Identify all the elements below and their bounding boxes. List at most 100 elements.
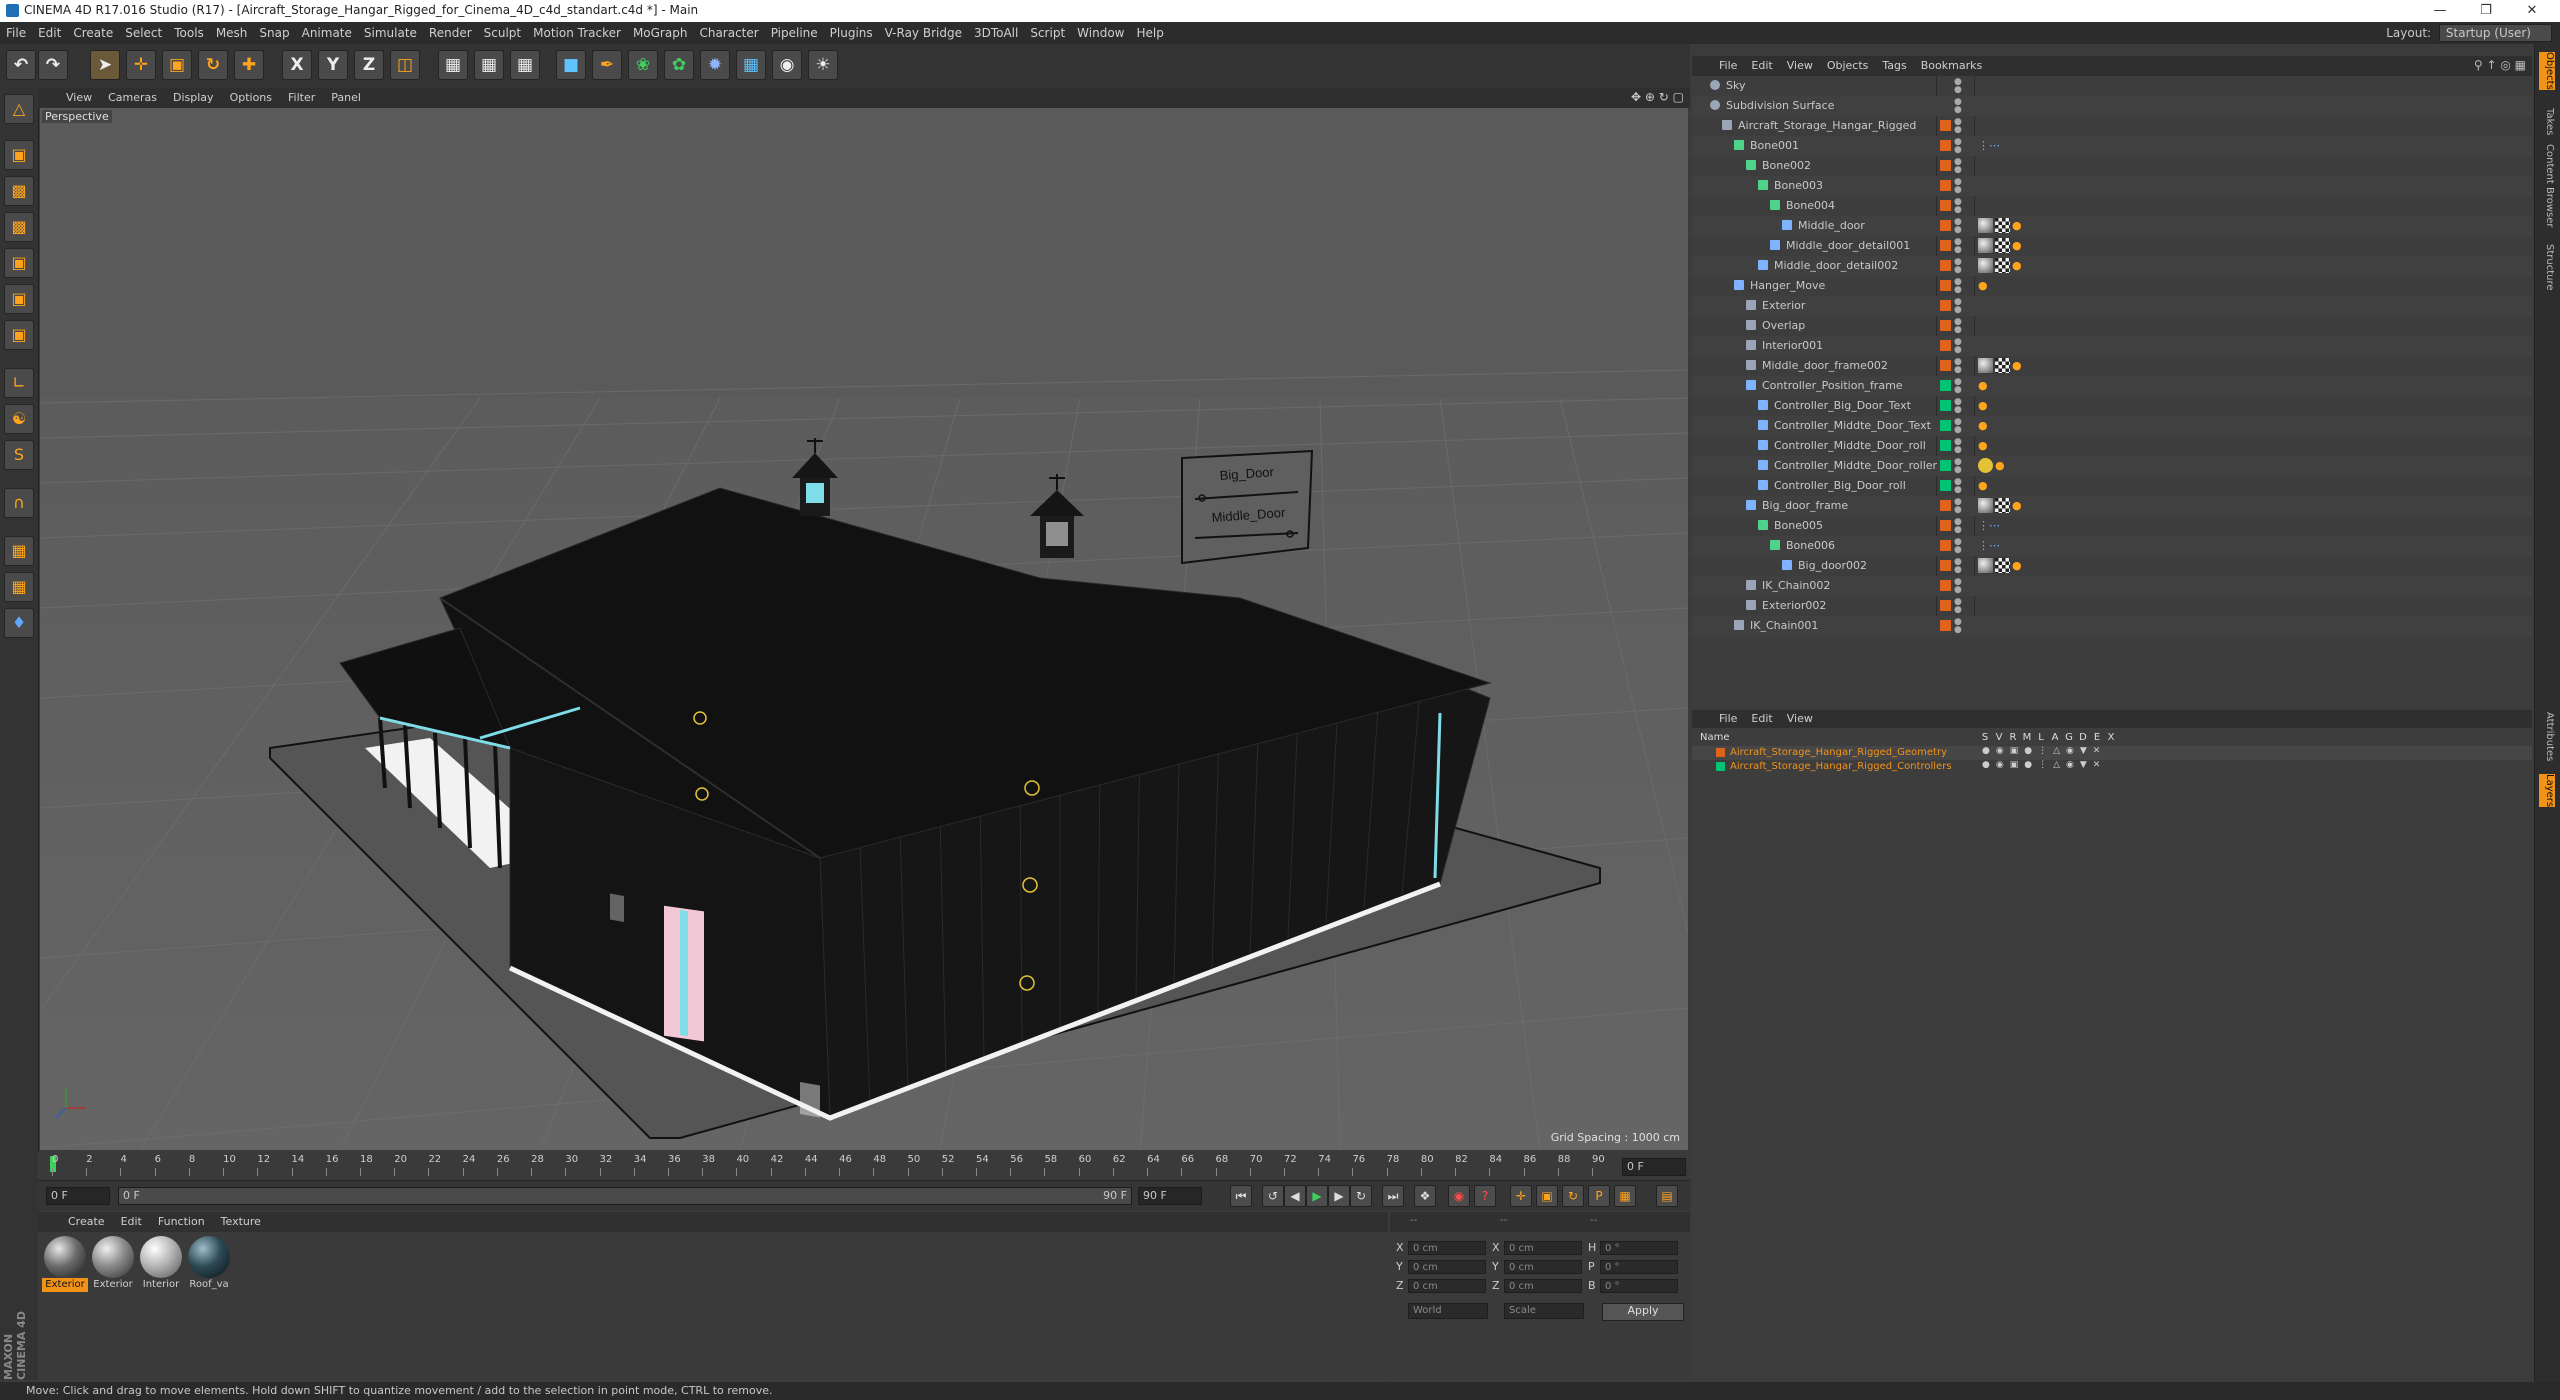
- object-name[interactable]: IK_Chain001: [1750, 619, 1818, 632]
- object-tags[interactable]: ⋮⋯: [1978, 138, 2000, 153]
- object-name[interactable]: Interior001: [1762, 339, 1823, 352]
- material-swatch[interactable]: Roof_va: [186, 1236, 232, 1292]
- undo-icon[interactable]: ↶: [6, 50, 36, 80]
- menu-character[interactable]: Character: [693, 22, 764, 44]
- object-tags[interactable]: ⋮⋯: [1978, 538, 2000, 553]
- layer-tag-swatch[interactable]: [1940, 180, 1951, 191]
- visibility-dots[interactable]: ● ●: [1954, 118, 1962, 135]
- layer-tag-swatch[interactable]: [1940, 460, 1951, 471]
- menu-mograph[interactable]: MoGraph: [627, 22, 694, 44]
- play-icon[interactable]: ▶: [1306, 1185, 1328, 1207]
- tab-objects[interactable]: Objects: [2539, 52, 2555, 90]
- material-tag-icon[interactable]: ●: [2012, 258, 2027, 273]
- expression-tag-icon[interactable]: ●: [1978, 418, 1993, 433]
- visibility-dots[interactable]: ● ●: [1954, 258, 1962, 275]
- position-x-field[interactable]: 0 cm: [1408, 1241, 1486, 1255]
- visibility-dots[interactable]: ● ●: [1954, 98, 1962, 115]
- expression-tag-icon[interactable]: ●: [1978, 378, 1993, 393]
- objects-menu-tags[interactable]: Tags: [1875, 56, 1913, 76]
- layer-color-swatch[interactable]: [1716, 748, 1725, 757]
- rotation-h-field[interactable]: 0 °: [1600, 1241, 1678, 1255]
- object-tags[interactable]: ●: [1978, 278, 1995, 293]
- viewport-menu-view[interactable]: View: [58, 88, 100, 108]
- expression-tag-icon[interactable]: ●: [1978, 398, 1993, 413]
- key-param-icon[interactable]: P: [1588, 1185, 1610, 1207]
- visibility-dots[interactable]: ● ●: [1954, 218, 1962, 235]
- size-y-field[interactable]: 0 cm: [1504, 1260, 1582, 1274]
- menu-snap[interactable]: Snap: [253, 22, 295, 44]
- magnet-icon[interactable]: ∩: [4, 488, 34, 518]
- visibility-dots[interactable]: ● ●: [1954, 498, 1962, 515]
- layer-tag-swatch[interactable]: [1940, 260, 1951, 271]
- layers-menu-view[interactable]: View: [1780, 710, 1820, 728]
- object-tags[interactable]: ●: [1978, 418, 1995, 433]
- object-row[interactable]: Big_door002 ● ● ●: [1692, 556, 2532, 576]
- layer-column-header[interactable]: A: [2048, 732, 2062, 743]
- size-x-field[interactable]: 0 cm: [1504, 1241, 1582, 1255]
- object-row[interactable]: Bone005 ● ● ⋮⋯: [1692, 516, 2532, 536]
- layer-name[interactable]: Aircraft_Storage_Hangar_Rigged_Geometry: [1730, 747, 1947, 758]
- uvw-tag-icon[interactable]: [1995, 218, 2010, 233]
- redo-icon[interactable]: ↷: [38, 50, 68, 80]
- phong-tag-icon[interactable]: [1978, 498, 1993, 513]
- object-row[interactable]: Aircraft_Storage_Hangar_Rigged ● ●: [1692, 116, 2532, 136]
- current-frame-field[interactable]: 0 F: [1622, 1158, 1686, 1176]
- material-menu-edit[interactable]: Edit: [113, 1212, 150, 1232]
- points-mode-icon[interactable]: ▣: [4, 248, 34, 278]
- layer-column-header[interactable]: V: [1992, 732, 2006, 743]
- object-tags[interactable]: ●: [1978, 398, 1995, 413]
- object-tags[interactable]: ●: [1978, 238, 2029, 253]
- menu-3dtoall[interactable]: 3DToAll: [968, 22, 1024, 44]
- object-tags[interactable]: ⋮⋯: [1978, 518, 2000, 533]
- menu-motion-tracker[interactable]: Motion Tracker: [527, 22, 627, 44]
- key-scale-icon[interactable]: ▣: [1536, 1185, 1558, 1207]
- menu-sculpt[interactable]: Sculpt: [478, 22, 527, 44]
- prev-frame-icon[interactable]: ◀: [1284, 1185, 1306, 1207]
- material-menu-create[interactable]: Create: [60, 1212, 113, 1232]
- object-row[interactable]: Bone003 ● ●: [1692, 176, 2532, 196]
- layer-row[interactable]: Aircraft_Storage_Hangar_Rigged_Geometry …: [1692, 746, 2532, 760]
- visibility-dots[interactable]: ● ●: [1954, 558, 1962, 575]
- layer-tag-swatch[interactable]: [1940, 620, 1951, 631]
- uvw-tag-icon[interactable]: [1995, 238, 2010, 253]
- object-row[interactable]: Subdivision Surface ● ●: [1692, 96, 2532, 116]
- render-view-icon[interactable]: ▦: [438, 50, 468, 80]
- object-row[interactable]: IK_Chain002 ● ●: [1692, 576, 2532, 596]
- visibility-dots[interactable]: ● ●: [1954, 78, 1962, 95]
- ik-tag-icon[interactable]: ⋮⋯: [1978, 518, 2000, 533]
- object-row[interactable]: Controller_Middte_Door_roll ● ● ●: [1692, 436, 2532, 456]
- auto-key-icon[interactable]: ?: [1474, 1185, 1496, 1207]
- visibility-dots[interactable]: ● ●: [1954, 518, 1962, 535]
- menu-file[interactable]: File: [0, 22, 32, 44]
- object-row[interactable]: Controller_Big_Door_Text ● ● ●: [1692, 396, 2532, 416]
- menu-create[interactable]: Create: [67, 22, 119, 44]
- menu-tools[interactable]: Tools: [168, 22, 210, 44]
- menu-select[interactable]: Select: [119, 22, 168, 44]
- object-name[interactable]: Middle_door_detail001: [1786, 239, 1910, 252]
- visibility-dots[interactable]: ● ●: [1954, 418, 1962, 435]
- object-name[interactable]: Bone006: [1786, 539, 1835, 552]
- object-manager-search-icon[interactable]: ⚲ ↑ ◎ ▦: [2474, 58, 2526, 72]
- tab-layers[interactable]: Layers: [2539, 774, 2555, 808]
- object-name[interactable]: Bone002: [1762, 159, 1811, 172]
- visibility-dots[interactable]: ● ●: [1954, 158, 1962, 175]
- visibility-dots[interactable]: ● ●: [1954, 378, 1962, 395]
- object-name[interactable]: Sky: [1726, 79, 1745, 92]
- objects-menu-edit[interactable]: Edit: [1744, 56, 1779, 76]
- object-tags[interactable]: ●: [1978, 498, 2029, 513]
- polygons-mode-icon[interactable]: ▣: [4, 320, 34, 350]
- visibility-dots[interactable]: ● ●: [1954, 438, 1962, 455]
- object-row[interactable]: Middle_door_detail002 ● ● ●: [1692, 256, 2532, 276]
- menu-animate[interactable]: Animate: [296, 22, 358, 44]
- uvw-tag-icon[interactable]: [1995, 558, 2010, 573]
- layer-tag-swatch[interactable]: [1940, 560, 1951, 571]
- visibility-dots[interactable]: ● ●: [1954, 338, 1962, 355]
- tab-attributes[interactable]: Attributes: [2539, 712, 2555, 761]
- object-name[interactable]: Bone003: [1774, 179, 1823, 192]
- visibility-dots[interactable]: ● ●: [1954, 358, 1962, 375]
- visibility-dots[interactable]: ● ●: [1954, 458, 1962, 475]
- rotation-b-field[interactable]: 0 °: [1600, 1279, 1678, 1293]
- next-key-icon[interactable]: ↻: [1350, 1185, 1372, 1207]
- move-tool-icon[interactable]: ✛: [126, 50, 156, 80]
- phong-tag-icon[interactable]: [1978, 238, 1993, 253]
